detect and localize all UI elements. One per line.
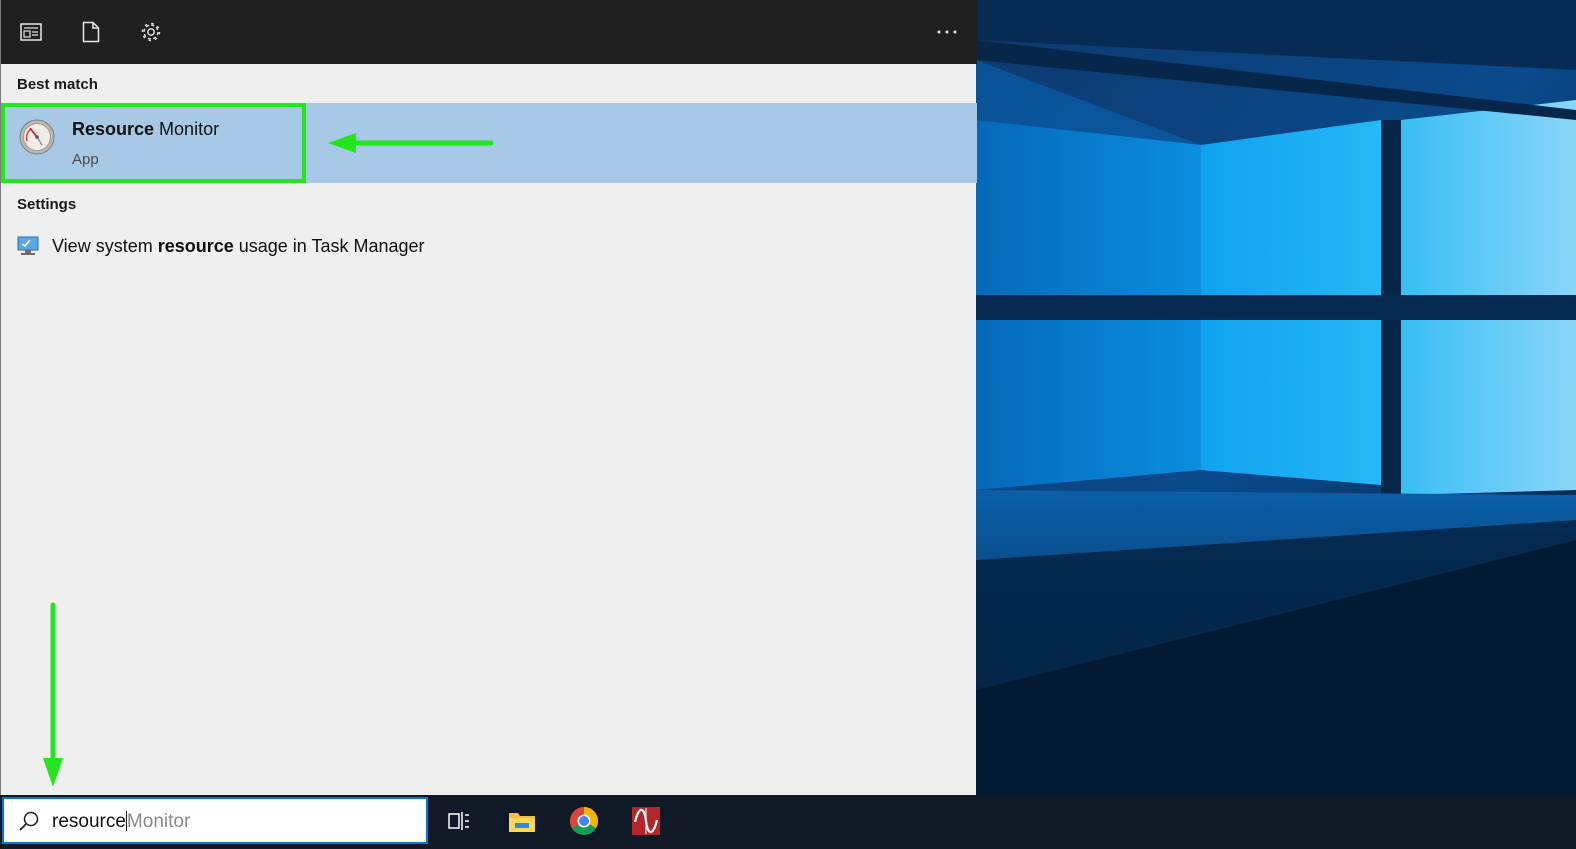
desktop-wallpaper [976,0,1576,795]
monitor-icon [17,236,39,256]
best-match-header: Best match [17,76,98,93]
search-results-panel: Best match Resource Monitor App Settings… [0,0,977,795]
settings-result-suffix: usage in Task Manager [233,236,425,256]
resource-monitor-icon [19,119,55,155]
best-match-app-type: App [72,151,99,168]
settings-result-bold: resource [157,236,234,256]
wallpaper-graphic [976,0,1576,795]
settings-result-label: View system resource usage in Task Manag… [52,236,425,257]
best-match-title-bold: Resource [72,119,155,139]
annotation-arrow-left [328,133,494,153]
more-icon[interactable] [929,14,965,50]
file-explorer-icon[interactable] [499,800,545,842]
search-icon [18,810,40,832]
search-input-text: resourceMonitor [52,811,190,833]
news-icon[interactable] [13,14,49,50]
chrome-icon[interactable] [561,800,607,842]
settings-result-prefix: View system [52,236,158,256]
task-view-icon[interactable] [436,800,482,842]
settings-header: Settings [17,196,77,213]
resource-monitor-taskbar-icon[interactable] [623,800,669,842]
document-icon[interactable] [73,14,109,50]
best-match-title: Resource Monitor [72,119,219,140]
gear-icon[interactable] [133,14,169,50]
best-match-title-rest: Monitor [154,119,220,139]
annotation-arrow-down [43,602,63,787]
panel-toolbar [1,0,977,64]
taskbar-search-box[interactable]: resourceMonitor [2,797,428,844]
search-typed-text: resource [52,811,126,832]
search-autocomplete-suggestion: Monitor [126,811,191,832]
